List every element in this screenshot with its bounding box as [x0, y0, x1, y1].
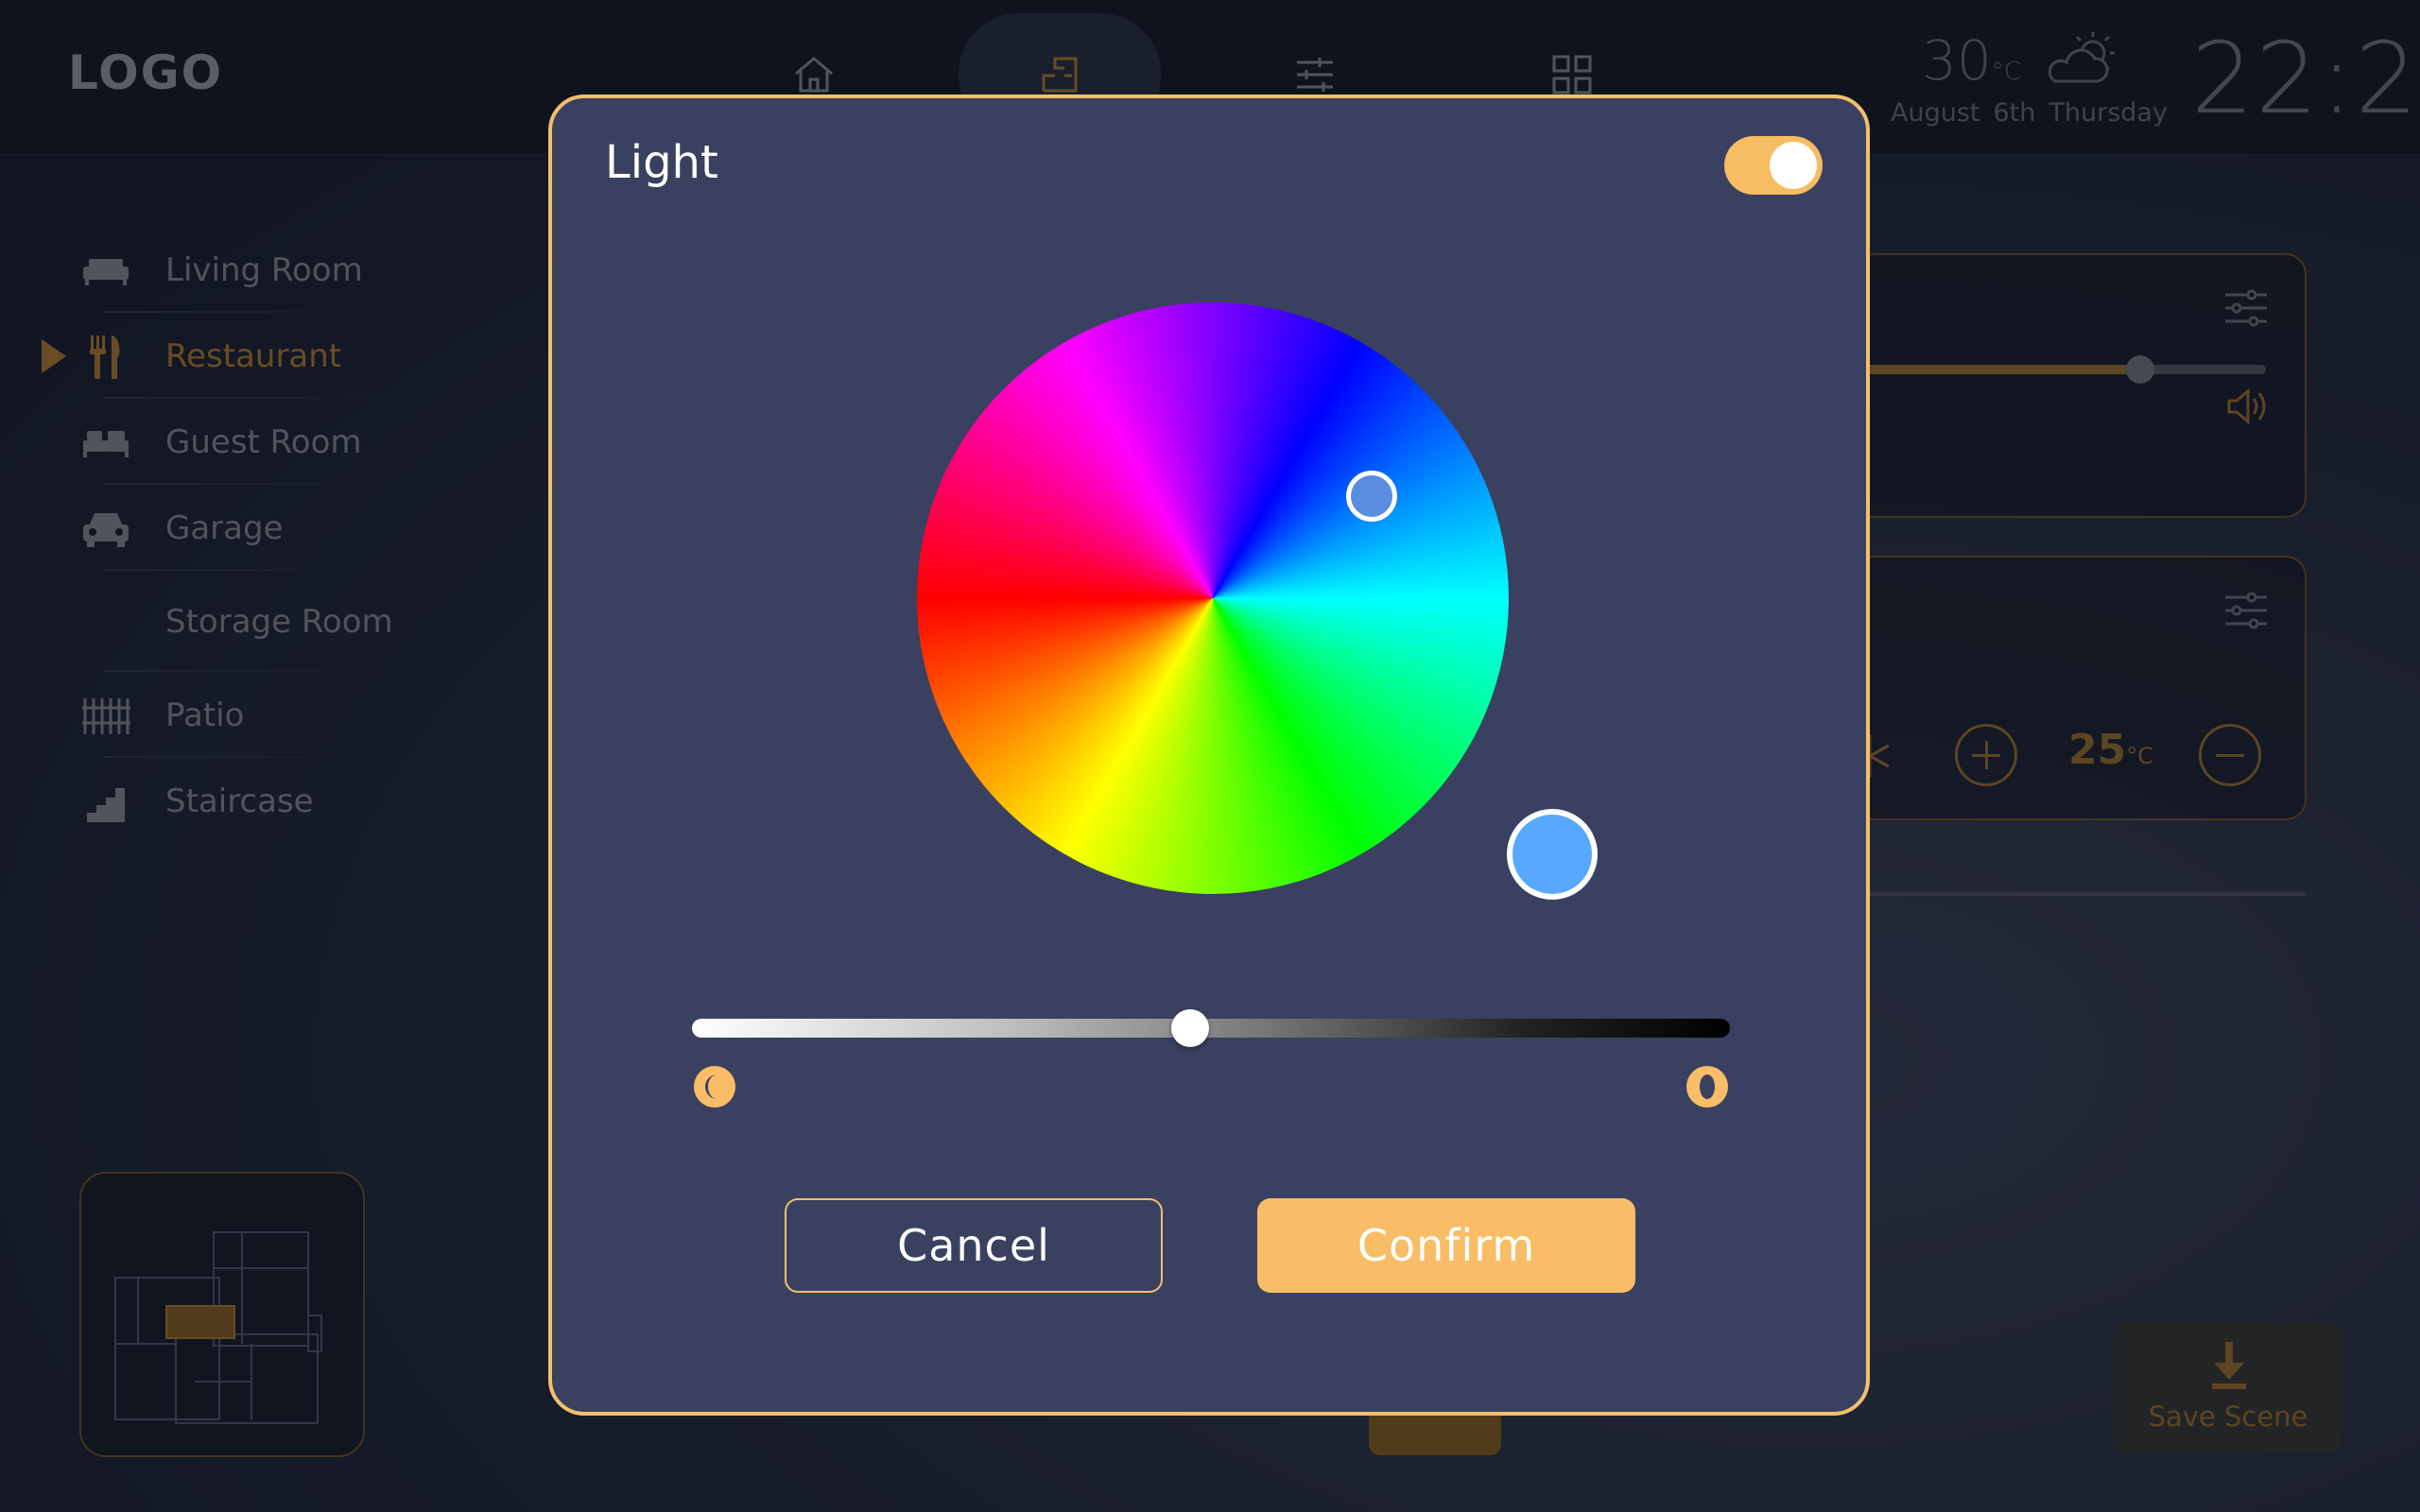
toggle-knob: [1770, 142, 1817, 189]
moon-icon: [694, 1066, 735, 1108]
brightness-slider[interactable]: [692, 1019, 1730, 1038]
dialog-title: Light: [605, 136, 718, 189]
cancel-button[interactable]: Cancel: [785, 1198, 1163, 1293]
light-power-toggle[interactable]: [1724, 136, 1823, 195]
selected-color-swatch: [1507, 809, 1598, 900]
color-wheel[interactable]: [917, 302, 1509, 894]
brightness-slider-knob[interactable]: [1171, 1009, 1210, 1047]
bright-icon: [1686, 1066, 1728, 1108]
confirm-button[interactable]: Confirm: [1257, 1198, 1635, 1293]
light-color-dialog: Light Cancel Confirm: [548, 94, 1870, 1416]
color-wheel-picker[interactable]: [1346, 471, 1397, 522]
